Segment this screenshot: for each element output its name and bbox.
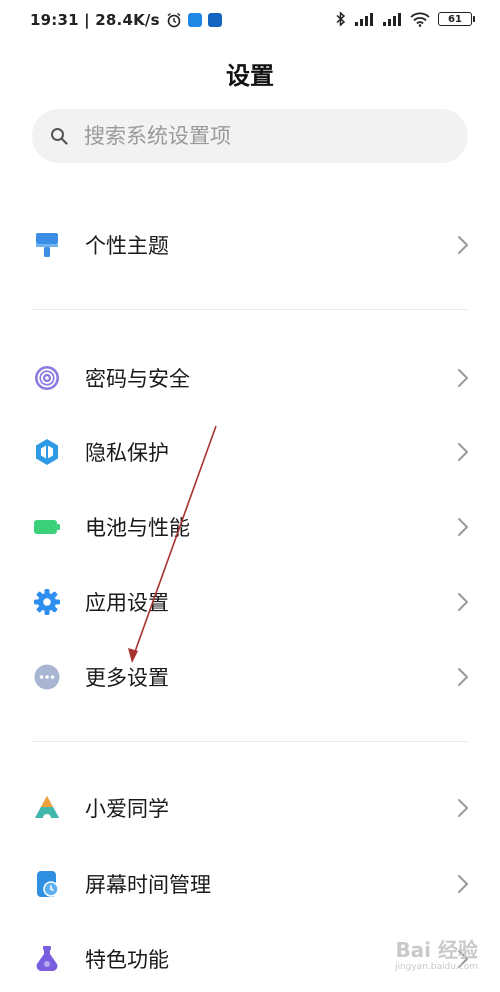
settings-item-more-settings[interactable]: 更多设置 xyxy=(0,644,500,710)
settings-item-label: 隐私保护 xyxy=(85,441,169,465)
settings-item-battery-performance[interactable]: 电池与性能 xyxy=(0,494,500,560)
more-dots-icon xyxy=(34,664,60,690)
battery-icon xyxy=(34,520,60,534)
status-time-speed: 19:31 | 28.4K/s xyxy=(30,11,160,29)
page-title: 设置 xyxy=(226,62,274,90)
settings-item-xiaoai[interactable]: 小爱同学 xyxy=(0,775,500,841)
chevron-right-icon xyxy=(458,875,468,893)
privacy-shield-icon xyxy=(36,439,58,465)
settings-item-label: 个性主题 xyxy=(85,234,169,258)
settings-item-label: 特色功能 xyxy=(85,948,169,972)
watermark-url: jingyan.baidu.com xyxy=(394,962,478,972)
zhihu-app-icon xyxy=(187,13,202,27)
chevron-right-icon xyxy=(458,236,468,254)
search-input[interactable] xyxy=(82,123,446,149)
status-left: 19:31 | 28.4K/s xyxy=(30,11,222,29)
chevron-right-icon xyxy=(458,593,468,611)
chevron-right-icon xyxy=(458,668,468,686)
settings-item-label: 屏幕时间管理 xyxy=(85,873,211,897)
brush-icon xyxy=(36,233,58,257)
settings-item-password-security[interactable]: 密码与安全 xyxy=(0,345,500,411)
wifi-icon xyxy=(410,12,430,27)
battery-icon: 61 xyxy=(438,12,475,26)
chevron-right-icon xyxy=(458,518,468,536)
status-right: 61 xyxy=(336,11,475,27)
screen-time-icon xyxy=(37,871,59,897)
flask-icon xyxy=(36,946,58,971)
settings-item-label: 小爱同学 xyxy=(85,797,169,821)
settings-item-screen-time[interactable]: 屏幕时间管理 xyxy=(0,851,500,917)
chevron-right-icon xyxy=(458,443,468,461)
alarm-icon xyxy=(167,12,181,28)
settings-item-privacy[interactable]: 隐私保护 xyxy=(0,419,500,485)
settings-item-label: 更多设置 xyxy=(85,666,169,690)
fingerprint-icon xyxy=(35,366,59,390)
group-divider xyxy=(32,741,468,742)
app-icon xyxy=(207,13,222,27)
watermark-logo: Bai 经验 xyxy=(395,938,478,962)
settings-item-label: 密码与安全 xyxy=(85,367,190,391)
xiaoai-icon xyxy=(35,796,59,818)
bluetooth-icon xyxy=(336,11,346,27)
settings-item-label: 应用设置 xyxy=(85,591,169,615)
search-bar[interactable] xyxy=(32,109,468,163)
status-bar: 19:31 | 28.4K/s 61 xyxy=(0,0,500,44)
group-divider xyxy=(32,309,468,310)
search-icon xyxy=(51,128,68,145)
settings-item-label: 电池与性能 xyxy=(85,516,190,540)
baidu-watermark: Bai 经验 jingyan.baidu.com xyxy=(358,934,478,978)
signal-icon xyxy=(355,13,373,26)
settings-item-app-settings[interactable]: 应用设置 xyxy=(0,569,500,635)
settings-item-theme[interactable]: 个性主题 xyxy=(0,212,500,278)
chevron-right-icon xyxy=(458,369,468,387)
chevron-right-icon xyxy=(458,799,468,817)
gear-icon xyxy=(34,589,60,615)
hd-signal-icon xyxy=(383,13,401,26)
